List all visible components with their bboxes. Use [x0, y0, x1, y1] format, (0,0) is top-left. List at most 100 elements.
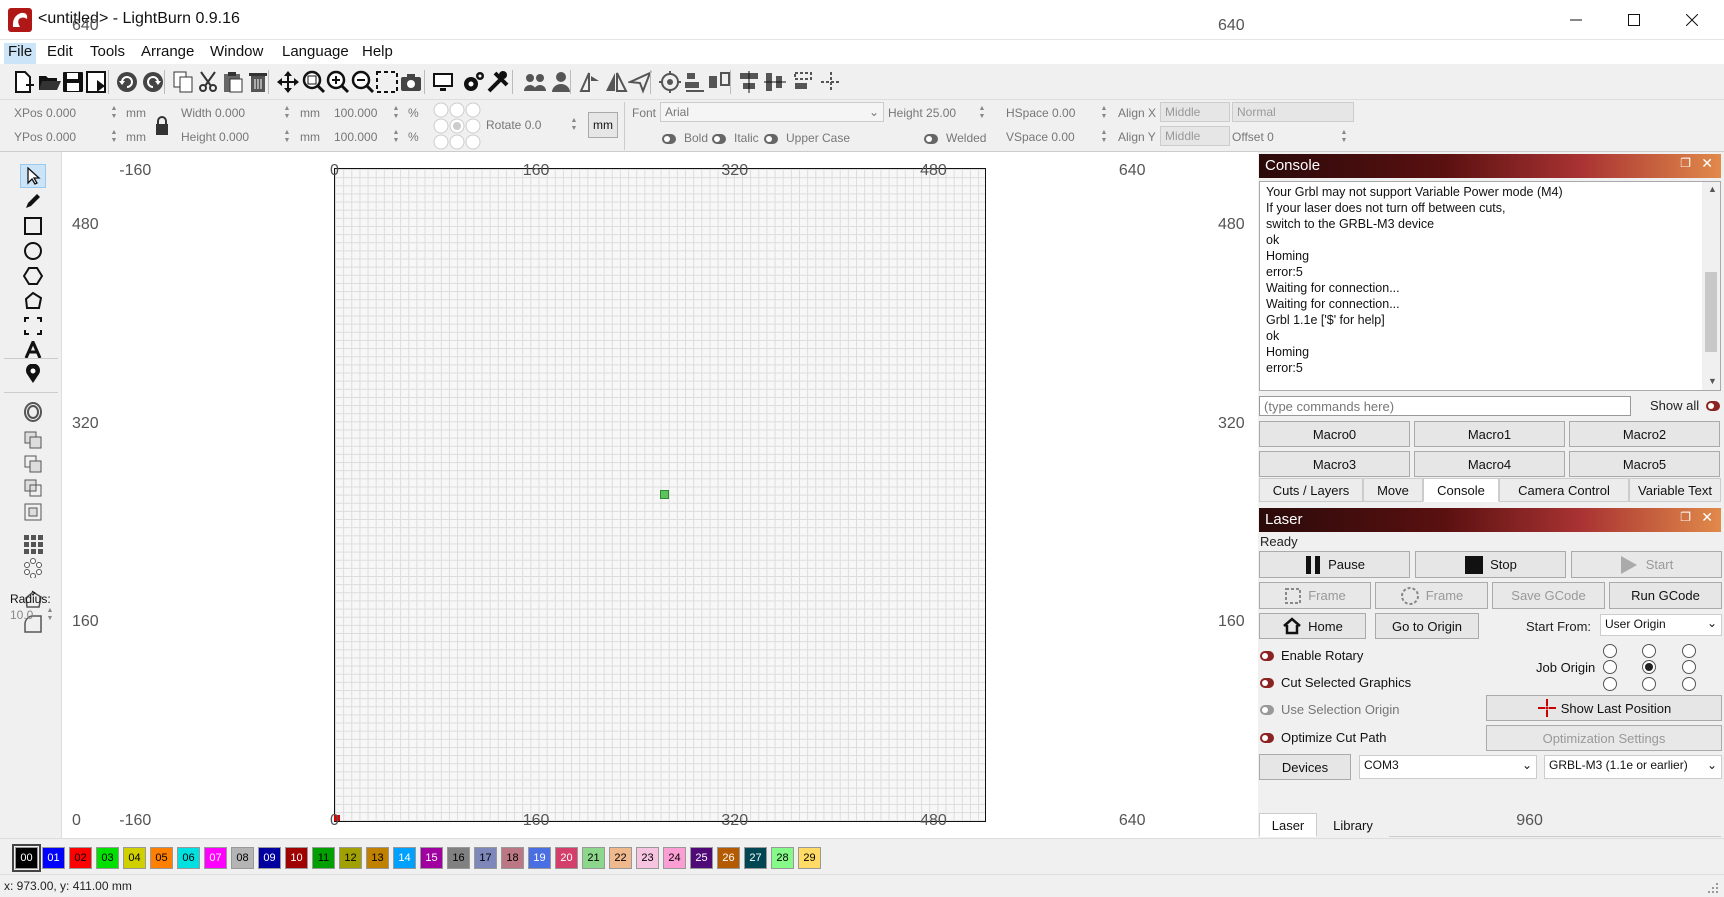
layer-swatch-22[interactable]: 22: [609, 847, 632, 869]
save-button[interactable]: [60, 69, 86, 95]
scroll-up-icon[interactable]: ▲: [1708, 184, 1717, 194]
width-spinner[interactable]: ▲ ▼: [283, 105, 291, 121]
layer-swatch-14[interactable]: 14: [393, 847, 416, 869]
radius-spinner[interactable]: ▲ ▼: [46, 607, 54, 623]
tab-console[interactable]: Console: [1423, 478, 1499, 502]
mirror-v-button[interactable]: [603, 69, 629, 95]
rotate-spinner[interactable]: ▲ ▼: [570, 117, 578, 133]
macro-button-5[interactable]: Macro5: [1569, 451, 1720, 477]
align-button[interactable]: [682, 69, 708, 95]
anchor-grid-icon[interactable]: [432, 102, 482, 150]
device-select[interactable]: GRBL-M3 (1.1e or earlier) ⌄: [1544, 755, 1722, 779]
ypos-field[interactable]: YPos 0.000: [14, 130, 76, 144]
new-file-button[interactable]: [10, 69, 36, 95]
optimize-cut-toggle[interactable]: [1260, 733, 1274, 743]
text-height-spinner[interactable]: ▲ ▼: [978, 105, 986, 121]
height-field[interactable]: Height 0.000: [181, 130, 249, 144]
redo-button[interactable]: [140, 69, 166, 95]
alignx-select[interactable]: Middle: [1160, 102, 1230, 122]
layer-swatch-28[interactable]: 28: [771, 847, 794, 869]
paste-button[interactable]: [220, 69, 246, 95]
aligny-select[interactable]: Middle: [1160, 126, 1230, 146]
monitor-button[interactable]: [430, 69, 456, 95]
show-all-toggle[interactable]: [1706, 401, 1720, 411]
close-button[interactable]: [1662, 0, 1722, 40]
bold-toggle[interactable]: [662, 134, 676, 144]
layer-swatch-25[interactable]: 25: [690, 847, 713, 869]
draw-lines-tool-button[interactable]: [20, 189, 46, 213]
layer-swatch-07[interactable]: 07: [204, 847, 227, 869]
undo-button[interactable]: [114, 69, 140, 95]
welded-toggle[interactable]: [924, 134, 938, 144]
stop-button[interactable]: Stop: [1415, 551, 1566, 578]
enable-rotary-toggle[interactable]: [1260, 651, 1274, 661]
height-percent-field[interactable]: 100.000: [334, 130, 377, 144]
layer-swatch-10[interactable]: 10: [285, 847, 308, 869]
layer-swatch-00[interactable]: 00: [12, 844, 41, 872]
macro-button-3[interactable]: Macro3: [1259, 451, 1410, 477]
layer-swatch-18[interactable]: 18: [501, 847, 524, 869]
float-panel-icon[interactable]: ❐: [1680, 510, 1691, 524]
macro-button-2[interactable]: Macro2: [1569, 421, 1720, 447]
menu-file[interactable]: File: [4, 43, 37, 64]
layer-swatch-23[interactable]: 23: [636, 847, 659, 869]
layer-swatch-01[interactable]: 01: [42, 847, 65, 869]
use-selection-origin-toggle[interactable]: [1260, 705, 1274, 715]
offset-field[interactable]: Offset 0: [1232, 130, 1274, 144]
menu-tools[interactable]: Tools: [86, 43, 129, 64]
layer-swatch-06[interactable]: 06: [177, 847, 200, 869]
layer-swatch-13[interactable]: 13: [366, 847, 389, 869]
tab-library[interactable]: Library: [1317, 813, 1389, 837]
run-gcode-button[interactable]: Run GCode: [1609, 582, 1722, 609]
hspace-spinner[interactable]: ▲ ▼: [1100, 105, 1108, 121]
job-origin-radio[interactable]: [1642, 644, 1656, 658]
center-button[interactable]: [818, 69, 844, 95]
devices-button[interactable]: Devices: [1259, 754, 1351, 780]
copy-button[interactable]: [170, 69, 196, 95]
pause-button[interactable]: Pause: [1259, 551, 1410, 578]
text-mode-select[interactable]: Normal: [1232, 102, 1354, 122]
lock-icon[interactable]: [154, 116, 170, 136]
boolean-intersect-button[interactable]: [20, 500, 46, 524]
polygon-tool-button[interactable]: [20, 264, 46, 288]
zoom-in-button[interactable]: [325, 69, 351, 95]
radius-field[interactable]: 10.0: [10, 608, 33, 622]
width-field[interactable]: Width 0.000: [181, 106, 245, 120]
layer-swatch-04[interactable]: 04: [123, 847, 146, 869]
font-select[interactable]: Arial ⌄: [660, 102, 884, 122]
layer-swatch-05[interactable]: 05: [150, 847, 173, 869]
macro-button-1[interactable]: Macro1: [1414, 421, 1565, 447]
menu-language[interactable]: Language: [278, 43, 353, 64]
layer-swatch-17[interactable]: 17: [474, 847, 497, 869]
width-percent-field[interactable]: 100.000: [334, 106, 377, 120]
tools-button[interactable]: [485, 69, 511, 95]
close-panel-icon[interactable]: ✕: [1701, 509, 1713, 526]
open-button[interactable]: [36, 69, 62, 95]
start-from-select[interactable]: User Origin ⌄: [1600, 614, 1722, 636]
console-scrollbar[interactable]: ▲ ▼: [1702, 182, 1720, 390]
offset-shapes-button[interactable]: [20, 400, 46, 424]
height-spinner[interactable]: ▲ ▼: [283, 129, 291, 145]
mirror-h-button[interactable]: [577, 69, 603, 95]
xpos-field[interactable]: XPos 0.000: [14, 106, 76, 120]
start-button[interactable]: Start: [1571, 551, 1722, 578]
menu-help[interactable]: Help: [358, 43, 397, 64]
go-to-origin-button[interactable]: Go to Origin: [1375, 613, 1479, 639]
edit-nodes-tool-button[interactable]: [20, 289, 46, 313]
layer-swatch-11[interactable]: 11: [312, 847, 335, 869]
layer-swatch-24[interactable]: 24: [663, 847, 686, 869]
close-panel-icon[interactable]: ✕: [1701, 155, 1713, 172]
frame-circle-button[interactable]: Frame: [1375, 582, 1488, 609]
layer-swatch-12[interactable]: 12: [339, 847, 362, 869]
group-button[interactable]: [522, 69, 548, 95]
menu-window[interactable]: Window: [206, 43, 267, 64]
xpos-spinner[interactable]: ▲ ▼: [110, 105, 118, 121]
layer-swatch-09[interactable]: 09: [258, 847, 281, 869]
vspace-field[interactable]: VSpace 0.00: [1006, 130, 1075, 144]
target-button[interactable]: [657, 69, 683, 95]
select-frame-button[interactable]: [374, 69, 400, 95]
zoom-fit-button[interactable]: [301, 69, 327, 95]
menu-edit[interactable]: Edit: [43, 43, 77, 64]
height-percent-spinner[interactable]: ▲ ▼: [392, 129, 400, 145]
port-select[interactable]: COM3 ⌄: [1359, 755, 1537, 779]
